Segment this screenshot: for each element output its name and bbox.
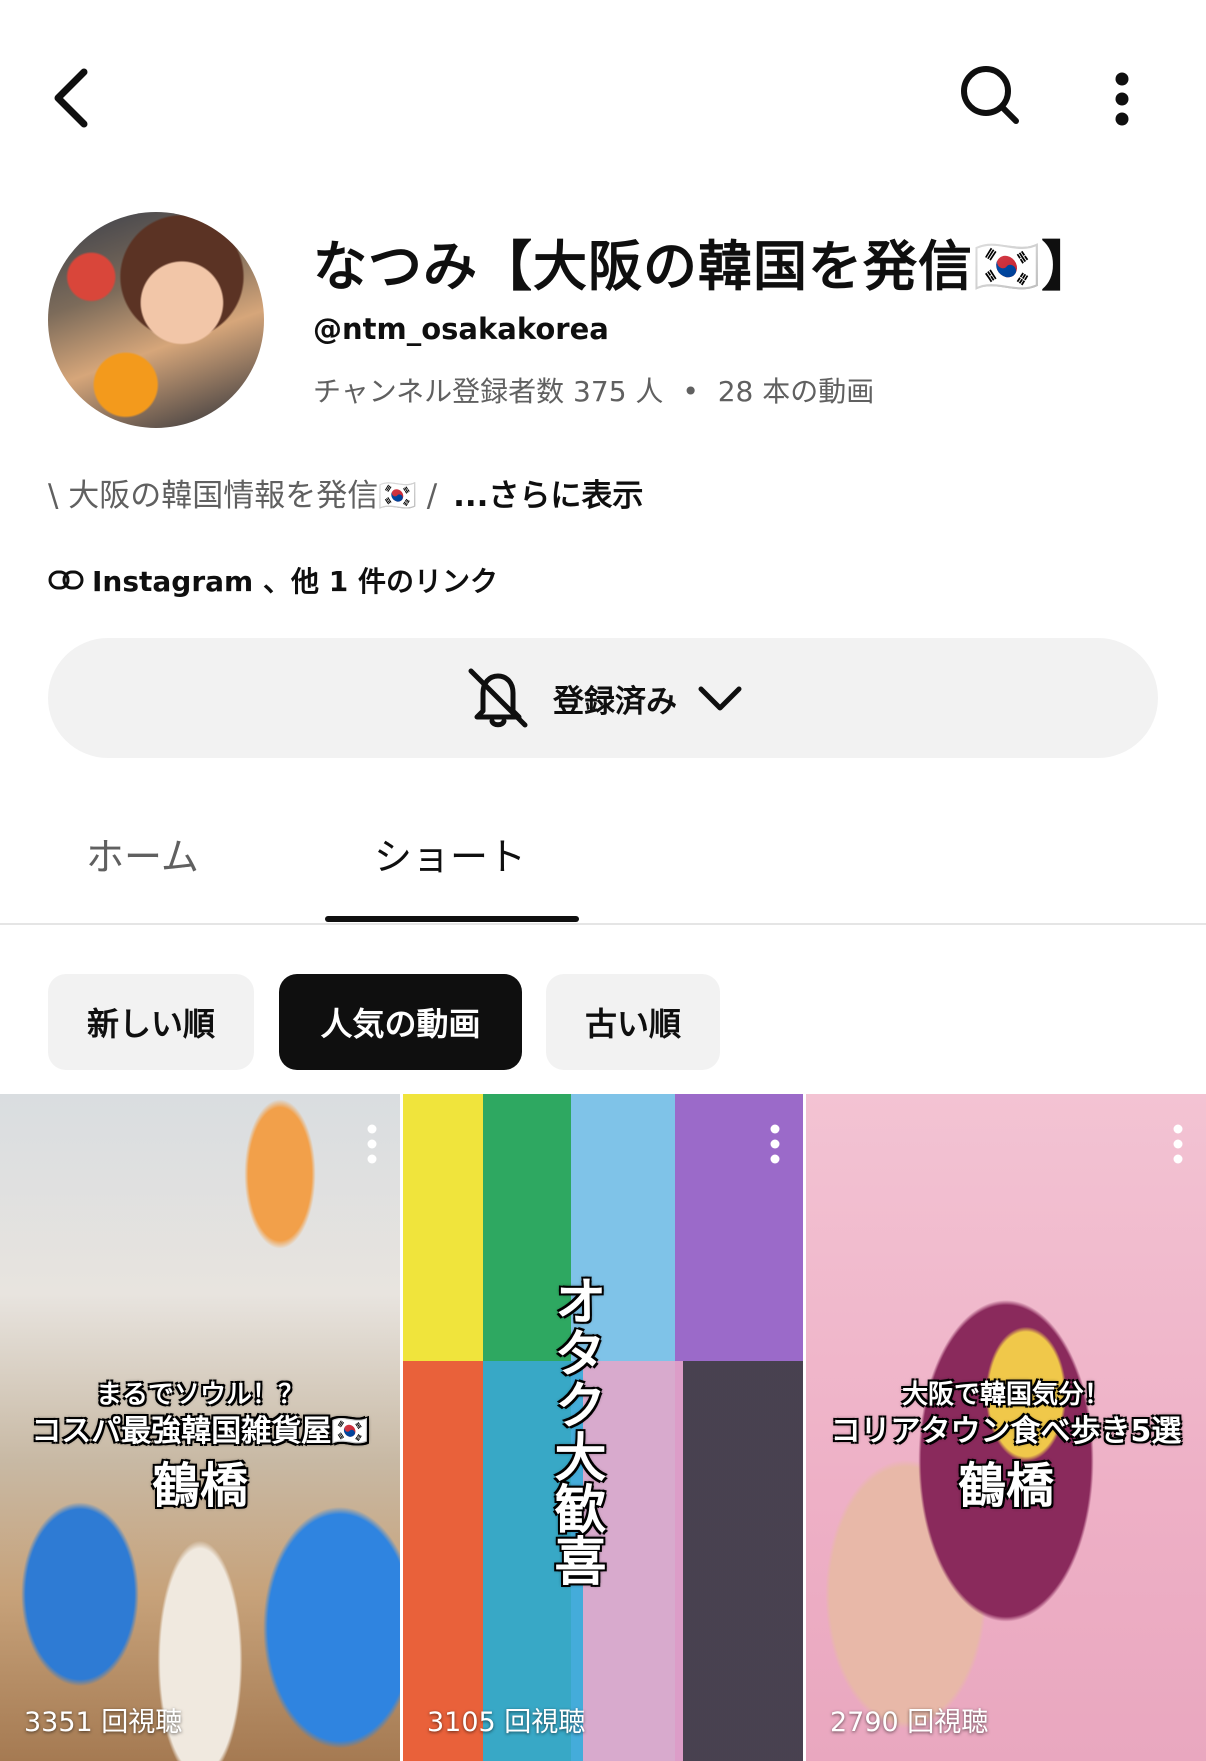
channel-meta: チャンネル登録者数 375 人 • 28 本の動画 xyxy=(313,370,874,410)
show-more-link[interactable]: ...さらに表示 xyxy=(453,478,643,514)
short-3-caption-3: 鶴橋 xyxy=(957,1458,1054,1514)
chip-oldest[interactable]: 古い順 xyxy=(546,974,720,1070)
short-1-caption-3: 鶴橋 xyxy=(151,1458,248,1514)
short-video-3[interactable]: 大阪で韓国気分！ コリアタウン食べ歩き5選 鶴橋 2790 回視聴 xyxy=(806,1094,1206,1761)
tab-divider xyxy=(0,923,1206,925)
short-3-caption-2: コリアタウン食べ歩き5選 xyxy=(830,1414,1182,1449)
short-1-views: 3351 回視聴 xyxy=(24,1707,183,1738)
channel-name: なつみ【大阪の韓国を発信🇰🇷】 xyxy=(313,235,1097,298)
short-video-2[interactable]: オタク大歓喜 3105 回視聴 xyxy=(403,1094,803,1761)
bell-off-icon xyxy=(468,668,528,728)
subscriber-count: チャンネル登録者数 375 人 xyxy=(313,375,664,408)
search-button[interactable] xyxy=(955,60,1025,130)
short-2-views: 3105 回視聴 xyxy=(427,1707,586,1738)
subscribed-label: 登録済み xyxy=(553,683,677,720)
subscribed-button[interactable]: 登録済み xyxy=(48,638,1158,758)
back-arrow-icon xyxy=(54,68,88,128)
video-count: 28 本の動画 xyxy=(717,375,875,408)
channel-links[interactable]: Instagram 、他 1 件のリンク xyxy=(48,560,498,600)
back-button[interactable] xyxy=(40,58,100,138)
short-2-caption-vertical: オタク大歓喜 xyxy=(545,1274,605,1586)
tab-home[interactable]: ホーム xyxy=(86,826,199,881)
channel-description[interactable]: \ 大阪の韓国情報を発信🇰🇷 / ...さらに表示 xyxy=(48,470,643,515)
short-video-1[interactable]: まるでソウル！？ コスパ最強韓国雑貨屋🇰🇷 鶴橋 3351 回視聴 xyxy=(0,1094,400,1761)
more-vert-icon xyxy=(1115,72,1129,126)
short-3-views: 2790 回視聴 xyxy=(830,1707,989,1738)
tab-indicator xyxy=(325,916,579,922)
tab-shorts[interactable]: ショート xyxy=(374,826,526,881)
description-text: \ 大阪の韓国情報を発信🇰🇷 / xyxy=(48,478,438,514)
chip-newest[interactable]: 新しい順 xyxy=(48,974,254,1070)
chip-popular[interactable]: 人気の動画 xyxy=(279,974,522,1070)
meta-separator: • xyxy=(682,375,699,408)
chevron-down-icon xyxy=(698,686,742,711)
links-text: Instagram 、他 1 件のリンク xyxy=(92,565,498,598)
short-3-more-icon[interactable] xyxy=(1172,1124,1184,1164)
search-icon xyxy=(961,66,1019,124)
short-1-caption-2: コスパ最強韓国雑貨屋🇰🇷 xyxy=(31,1414,369,1449)
channel-handle: @ntm_osakakorea xyxy=(313,312,609,346)
short-2-more-icon[interactable] xyxy=(769,1124,781,1164)
link-icon xyxy=(48,570,84,590)
channel-avatar[interactable] xyxy=(48,212,264,428)
short-1-more-icon[interactable] xyxy=(366,1124,378,1164)
more-options-button[interactable] xyxy=(1100,66,1144,132)
